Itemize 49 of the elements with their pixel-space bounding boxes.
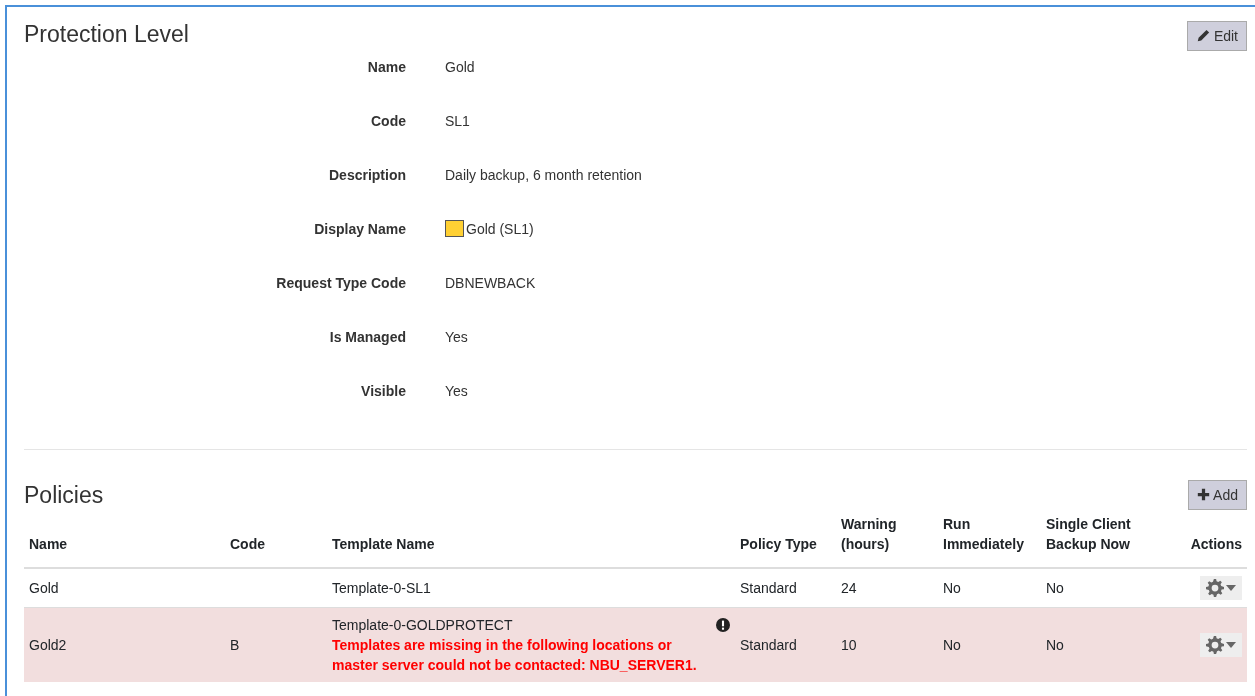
alert-icon xyxy=(716,618,730,632)
section-title: Policies xyxy=(24,482,104,510)
table-cell: No xyxy=(943,580,961,596)
table-cell: Gold2 xyxy=(29,637,67,653)
table-cell: B xyxy=(230,637,240,653)
pencil-icon xyxy=(1196,29,1210,43)
section-title: Protection Level xyxy=(24,21,189,49)
actions-button[interactable] xyxy=(1200,576,1242,600)
field-label: Description xyxy=(328,166,406,185)
table-cell: Standard xyxy=(740,580,797,596)
table-cell-text: Template-0-SL1 xyxy=(332,579,431,598)
field-value: Daily backup, 6 month retention xyxy=(445,167,642,183)
table-cell: No xyxy=(1046,580,1064,596)
column-header: Warning (hours) xyxy=(836,510,938,568)
column-header: Run Immediately xyxy=(938,510,1041,568)
field-label: Display Name xyxy=(313,220,406,239)
column-header: Policy Type xyxy=(735,510,836,568)
caret-icon xyxy=(1226,585,1236,591)
field-label: Request Type Code xyxy=(275,274,406,293)
column-header: Actions xyxy=(1160,510,1247,568)
column-header: Code xyxy=(225,510,327,568)
table-cell: Gold xyxy=(29,580,59,596)
field-value: SL1 xyxy=(445,113,470,129)
field-label: Visible xyxy=(360,382,406,401)
actions-button[interactable] xyxy=(1200,633,1242,657)
field-value: Yes xyxy=(445,383,468,399)
table-cell: No xyxy=(943,637,961,653)
table-cell-text: Template-0-GOLDPROTECT xyxy=(332,616,513,635)
table-cell: 10 xyxy=(841,637,857,653)
table-cell: Standard xyxy=(740,637,797,653)
add-button[interactable]: Add xyxy=(1187,480,1247,510)
column-header: Name xyxy=(24,510,225,568)
column-header: Single Client Backup Now xyxy=(1041,510,1160,568)
field-value: Yes xyxy=(445,329,468,345)
table-cell: 24 xyxy=(841,580,857,596)
caret-icon xyxy=(1226,642,1236,648)
gear-icon xyxy=(1206,636,1224,654)
field-value: Gold (SL1) xyxy=(466,221,534,237)
column-header: Template Name xyxy=(327,510,735,568)
field-label: Code xyxy=(370,112,406,131)
field-value: DBNEWBACK xyxy=(445,275,536,291)
field-value: Gold xyxy=(445,59,475,75)
plus-icon xyxy=(1196,488,1210,501)
gear-icon xyxy=(1206,579,1224,597)
field-label: Name xyxy=(366,58,406,77)
table-cell: No xyxy=(1046,637,1064,653)
field-label: Is Managed xyxy=(328,328,406,347)
edit-button[interactable]: Edit xyxy=(1187,21,1247,51)
error-message: Templates are missing in the following locations or master server could not be contacted: NBU_SERVER1. xyxy=(332,636,698,675)
